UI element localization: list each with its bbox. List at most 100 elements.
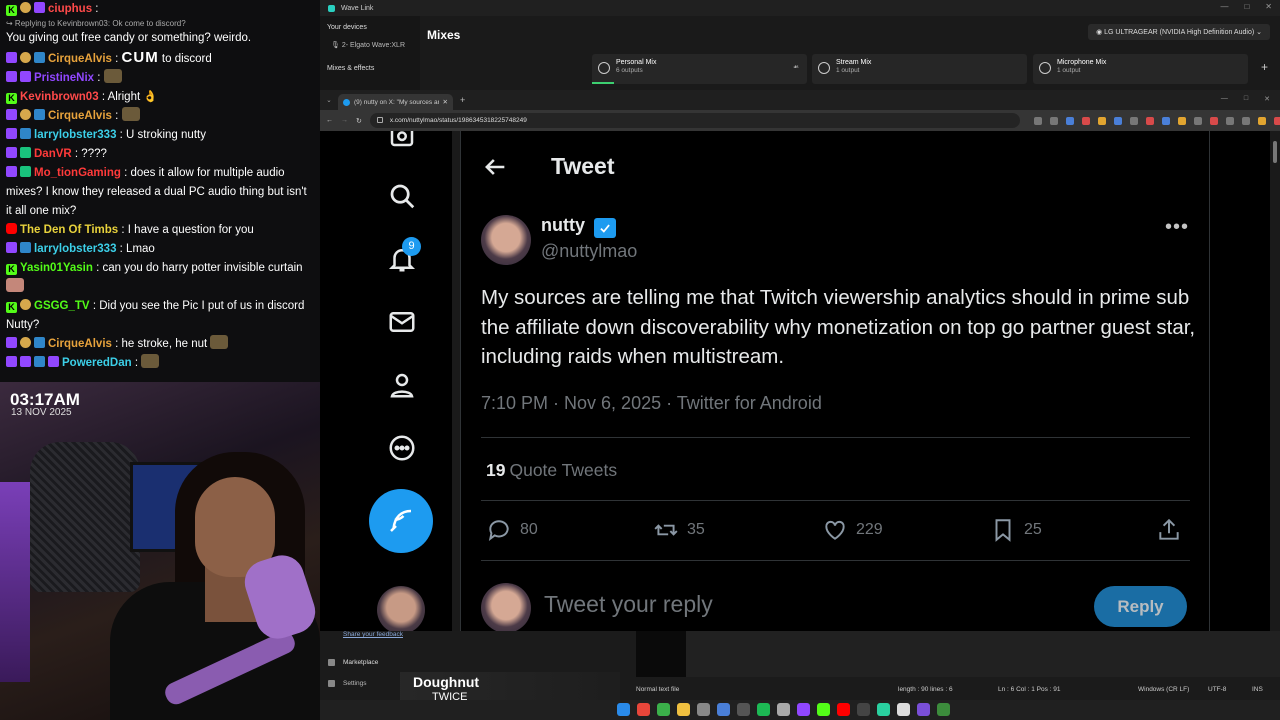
- mix-personal[interactable]: Personal Mix 6 outputs ☙: [592, 54, 807, 84]
- settings-item[interactable]: Settings: [328, 680, 367, 687]
- app-icon[interactable]: [777, 703, 790, 716]
- browser-icon[interactable]: [657, 703, 670, 716]
- youtube-icon[interactable]: [837, 703, 850, 716]
- minimize-icon[interactable]: —: [1220, 2, 1228, 11]
- author-handle[interactable]: @nuttylmao: [541, 241, 637, 262]
- zoom-icon[interactable]: [1049, 116, 1058, 125]
- marketplace-item[interactable]: Marketplace: [328, 659, 378, 666]
- reply-button[interactable]: Reply: [1094, 586, 1187, 627]
- account-avatar[interactable]: [377, 586, 425, 631]
- extension-icon[interactable]: [1177, 116, 1186, 125]
- start-icon[interactable]: [617, 703, 630, 716]
- site-info-icon[interactable]: [376, 117, 383, 123]
- profile-icon[interactable]: [382, 365, 422, 405]
- bookmark-action[interactable]: 25: [990, 517, 1042, 543]
- tab-close-icon[interactable]: ✕: [443, 98, 448, 106]
- retweet-action[interactable]: 35: [653, 517, 705, 543]
- chrome-icon[interactable]: [637, 703, 650, 716]
- sidebar-mixes-effects[interactable]: Mixes & effects: [327, 65, 413, 72]
- extension-icon[interactable]: [1161, 116, 1170, 125]
- minimize-icon[interactable]: —: [1221, 95, 1228, 103]
- share-action[interactable]: [1156, 517, 1182, 543]
- ear-icon[interactable]: ☙: [793, 63, 799, 71]
- share-icon[interactable]: [1081, 116, 1090, 125]
- author-name[interactable]: nutty: [541, 215, 585, 236]
- folder-icon[interactable]: [677, 703, 690, 716]
- app-icon[interactable]: [917, 703, 930, 716]
- maximize-icon[interactable]: □: [1244, 95, 1248, 103]
- back-arrow-icon[interactable]: [481, 153, 509, 181]
- maximize-icon[interactable]: □: [1244, 2, 1249, 11]
- add-mix-button[interactable]: +: [1261, 60, 1268, 74]
- star-icon[interactable]: [1097, 116, 1106, 125]
- close-icon[interactable]: ✕: [1265, 2, 1272, 11]
- app-icon[interactable]: [717, 703, 730, 716]
- reload-icon[interactable]: ↻: [356, 117, 362, 125]
- nav-scrollbar[interactable]: [452, 131, 460, 631]
- app-icon[interactable]: [737, 703, 750, 716]
- output-device-selector[interactable]: ◉ LG ULTRAGEAR (NVIDIA High Definition A…: [1088, 24, 1270, 40]
- chat-username[interactable]: Kevinbrown03: [20, 91, 99, 103]
- sidebar-icon[interactable]: [1241, 116, 1250, 125]
- forward-icon[interactable]: →: [341, 117, 348, 124]
- notepad-icon[interactable]: [897, 703, 910, 716]
- chat-username[interactable]: The Den Of Timbs: [20, 224, 118, 236]
- like-action[interactable]: 229: [822, 517, 883, 543]
- tweet-timestamp[interactable]: 7:10 PM · Nov 6, 2025 · Twitter for Andr…: [481, 393, 822, 414]
- cast-icon[interactable]: [1033, 116, 1042, 125]
- address-bar[interactable]: x.com/nuttylmao/status/19863453182257482…: [369, 113, 1020, 128]
- app-icon[interactable]: [857, 703, 870, 716]
- chat-username[interactable]: larrylobster333: [34, 129, 116, 141]
- search-icon[interactable]: [382, 176, 422, 216]
- editor-area[interactable]: [686, 631, 1280, 677]
- share-feedback-link[interactable]: Share your feedback: [343, 631, 403, 638]
- chat-username[interactable]: ciuphus: [48, 3, 92, 15]
- browser-tab[interactable]: (9) nutty on X: "My sources are telling …: [338, 94, 453, 110]
- new-tab-button[interactable]: +: [460, 95, 465, 105]
- nav-home-icon[interactable]: [382, 131, 422, 155]
- sidebar-device-item[interactable]: 🎙 2- Elgato Wave:XLR: [331, 41, 413, 49]
- close-icon[interactable]: ✕: [1264, 95, 1270, 103]
- wave-link-app-icon: [328, 4, 335, 12]
- app-icon[interactable]: [937, 703, 950, 716]
- chat-username[interactable]: CirqueAlvis: [48, 110, 112, 122]
- scrollbar-thumb[interactable]: [1273, 141, 1277, 163]
- kick-icon[interactable]: [817, 703, 830, 716]
- back-icon[interactable]: ←: [326, 117, 333, 124]
- chat-username[interactable]: GSGG_TV: [34, 300, 90, 312]
- mail-icon[interactable]: [382, 302, 422, 342]
- profile-icon[interactable]: [1257, 116, 1266, 125]
- chat-username[interactable]: PoweredDan: [62, 357, 132, 369]
- extension-icon[interactable]: [1145, 116, 1154, 125]
- extension-icon[interactable]: [1225, 116, 1234, 125]
- more-circle-icon[interactable]: [382, 428, 422, 468]
- extension-icon[interactable]: [1113, 116, 1122, 125]
- chat-username[interactable]: CirqueAlvis: [48, 338, 112, 350]
- chat-username[interactable]: Yasin01Yasin: [20, 262, 93, 274]
- chat-username[interactable]: PristineNix: [34, 72, 94, 84]
- extension-icon[interactable]: [1129, 116, 1138, 125]
- spotify-icon[interactable]: [757, 703, 770, 716]
- extension-icon[interactable]: [1193, 116, 1202, 125]
- app-icon[interactable]: [877, 703, 890, 716]
- compose-tweet-button[interactable]: [369, 489, 433, 553]
- twitch-icon[interactable]: [797, 703, 810, 716]
- page-scrollbar[interactable]: [1270, 131, 1280, 631]
- author-avatar[interactable]: [481, 215, 531, 265]
- mix-microphone[interactable]: Microphone Mix 1 output: [1033, 54, 1248, 84]
- menu-icon[interactable]: [1273, 116, 1280, 125]
- chat-username[interactable]: CirqueAlvis: [48, 53, 112, 65]
- more-options-icon[interactable]: •••: [1165, 216, 1189, 239]
- reply-input[interactable]: Tweet your reply: [544, 591, 713, 618]
- tab-search-icon[interactable]: ⌄: [320, 96, 338, 104]
- extension-icon[interactable]: [1209, 116, 1218, 125]
- chat-username[interactable]: larrylobster333: [34, 243, 116, 255]
- mix-stream[interactable]: Stream Mix 1 output: [812, 54, 1027, 84]
- eye-off-icon[interactable]: [1065, 116, 1074, 125]
- quote-tweets-link[interactable]: 19 Quote Tweets: [486, 460, 617, 481]
- chat-username[interactable]: DanVR: [34, 148, 72, 160]
- settings-icon[interactable]: [697, 703, 710, 716]
- chat-emote: [121, 107, 140, 121]
- chat-username[interactable]: Mo_tionGaming: [34, 167, 121, 179]
- reply-action[interactable]: 80: [486, 517, 538, 543]
